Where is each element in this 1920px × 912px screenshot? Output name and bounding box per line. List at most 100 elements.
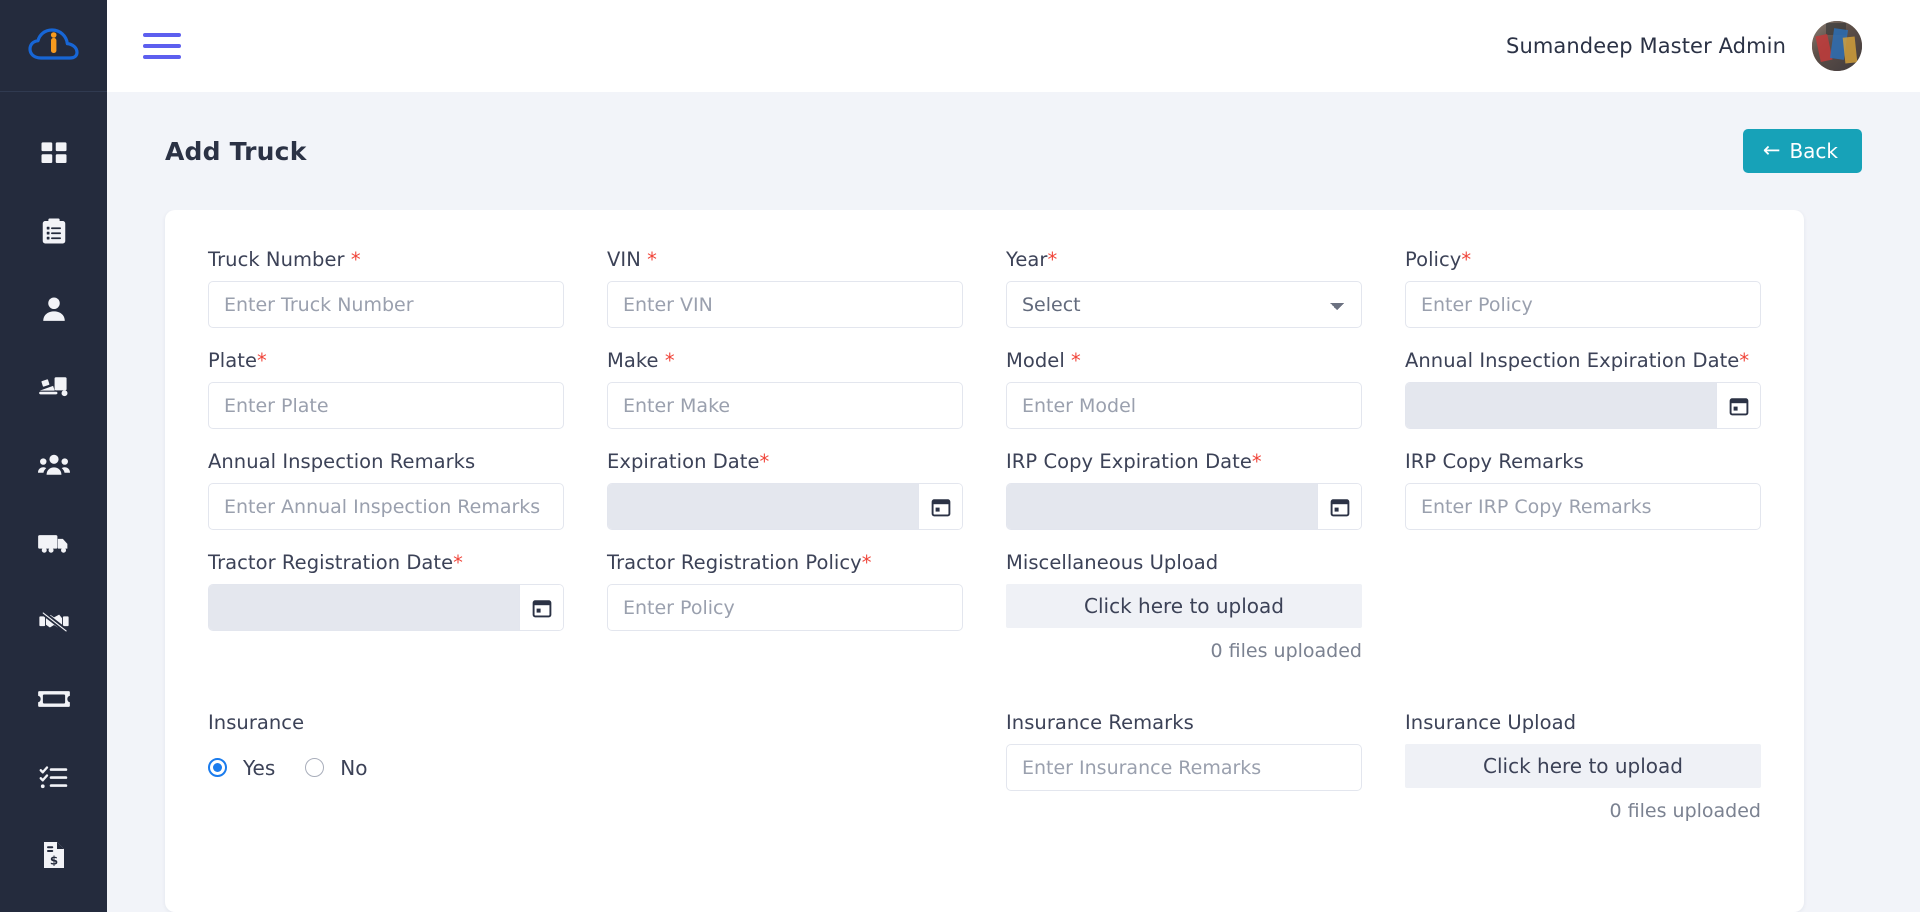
hamburger-icon[interactable] bbox=[143, 33, 181, 59]
sidebar-item-teams[interactable] bbox=[0, 426, 107, 504]
model-input[interactable] bbox=[1006, 382, 1362, 429]
required-marker: * bbox=[1739, 349, 1750, 372]
insurance-section: Insurance Yes No Insurance Remarks Enter… bbox=[195, 711, 1774, 843]
calendar-icon bbox=[931, 498, 950, 516]
insurance-radio-group: Yes No bbox=[208, 744, 564, 791]
label-make: Make * bbox=[607, 349, 963, 372]
calendar-icon bbox=[1330, 498, 1349, 516]
annual-inspection-remarks-input[interactable] bbox=[208, 483, 564, 530]
field-row4-empty bbox=[1392, 551, 1774, 662]
main-column: Sumandeep Master Admin Add Truck ← Back bbox=[107, 0, 1920, 912]
tractor-registration-date-input[interactable] bbox=[209, 585, 519, 630]
truck-number-input[interactable] bbox=[208, 281, 564, 328]
sidebar-item-shipments[interactable] bbox=[0, 348, 107, 426]
label-text: Year bbox=[1006, 248, 1048, 271]
sidebar-item-orders[interactable] bbox=[0, 192, 107, 270]
label-vin: VIN * bbox=[607, 248, 963, 271]
calendar-icon bbox=[532, 599, 551, 617]
label-expiration-date: Expiration Date* bbox=[607, 450, 963, 473]
truck-icon bbox=[37, 535, 67, 553]
field-model: Model * bbox=[993, 349, 1375, 429]
insurance-yes-radio[interactable] bbox=[208, 758, 227, 777]
annual-inspection-expiration-date-input[interactable] bbox=[1406, 383, 1716, 428]
label-annual-inspection-remarks: Annual Inspection Remarks bbox=[208, 450, 476, 473]
page-title: Add Truck bbox=[165, 136, 307, 166]
make-input[interactable] bbox=[607, 382, 963, 429]
label-irp-copy-expiration-date: IRP Copy Expiration Date* bbox=[1006, 450, 1362, 473]
insurance-no-label[interactable]: No bbox=[340, 756, 367, 780]
label-insurance-remarks: Insurance Remarks bbox=[1006, 711, 1194, 734]
sidebar: $ bbox=[0, 0, 107, 912]
insurance-upload-button[interactable]: Click here to upload bbox=[1405, 744, 1761, 788]
field-insurance-upload: Insurance Upload Click here to upload 0 … bbox=[1392, 711, 1774, 822]
sidebar-item-tasks[interactable] bbox=[0, 738, 107, 816]
insurance-no-radio[interactable] bbox=[305, 758, 325, 777]
handshake-slash-icon bbox=[38, 610, 69, 634]
field-miscellaneous-upload: Miscellaneous Upload Click here to uploa… bbox=[993, 551, 1375, 662]
year-select[interactable]: Select bbox=[1006, 281, 1362, 328]
loading-truck-icon bbox=[38, 377, 67, 397]
field-tractor-registration-date: Tractor Registration Date* bbox=[195, 551, 577, 662]
hamburger-bar bbox=[143, 55, 181, 59]
label-text: Policy bbox=[1405, 248, 1462, 271]
user-icon bbox=[42, 297, 65, 321]
required-marker: * bbox=[1071, 349, 1081, 372]
tractor-registration-calendar-button[interactable] bbox=[519, 585, 563, 630]
label-text: Tractor Registration Policy bbox=[607, 551, 862, 574]
back-button-label: Back bbox=[1789, 138, 1838, 163]
add-truck-form-card: Truck Number * VIN * Year* Select bbox=[165, 210, 1804, 912]
field-irp-copy-remarks: IRP Copy Remarks bbox=[1392, 450, 1774, 530]
app-logo[interactable] bbox=[0, 0, 107, 92]
sidebar-item-customers[interactable] bbox=[0, 270, 107, 348]
required-marker: * bbox=[453, 551, 463, 574]
label-text: Plate bbox=[208, 349, 258, 372]
ticket-icon bbox=[37, 691, 70, 707]
label-insurance: Insurance bbox=[208, 711, 305, 734]
sidebar-item-no-deal[interactable] bbox=[0, 582, 107, 660]
required-marker: * bbox=[664, 349, 675, 372]
expiration-date-input[interactable] bbox=[608, 484, 918, 529]
label-year: Year* bbox=[1006, 248, 1362, 271]
tractor-registration-policy-input[interactable] bbox=[607, 584, 963, 631]
insurance-remarks-input[interactable] bbox=[1006, 744, 1362, 791]
label-insurance-upload: Insurance Upload bbox=[1405, 711, 1576, 734]
tractor-registration-date-picker bbox=[208, 584, 564, 631]
field-make: Make * bbox=[594, 349, 976, 429]
irp-copy-expiration-calendar-button[interactable] bbox=[1317, 484, 1361, 529]
checklist-icon bbox=[39, 766, 67, 789]
required-marker: * bbox=[1461, 248, 1472, 271]
sidebar-item-dashboard[interactable] bbox=[0, 114, 107, 192]
expiration-date-calendar-button[interactable] bbox=[918, 484, 962, 529]
app-root: $ Sumandeep Master Admin Add Truck ← Bac… bbox=[0, 0, 1920, 912]
irp-copy-remarks-input[interactable] bbox=[1405, 483, 1761, 530]
sidebar-item-cards[interactable] bbox=[0, 660, 107, 738]
expiration-date-picker bbox=[607, 483, 963, 530]
irp-copy-expiration-date-input[interactable] bbox=[1007, 484, 1317, 529]
topbar: Sumandeep Master Admin bbox=[107, 0, 1920, 92]
page-header: Add Truck ← Back bbox=[107, 92, 1920, 210]
miscellaneous-files-uploaded-count: 0 files uploaded bbox=[1210, 640, 1362, 662]
back-button[interactable]: ← Back bbox=[1742, 129, 1862, 173]
field-expiration-date: Expiration Date* bbox=[594, 450, 976, 530]
annual-inspection-expiration-calendar-button[interactable] bbox=[1716, 383, 1760, 428]
insurance-yes-label[interactable]: Yes bbox=[243, 756, 275, 780]
required-marker: * bbox=[350, 248, 361, 271]
form-card-wrapper: Truck Number * VIN * Year* Select bbox=[107, 210, 1920, 912]
vin-input[interactable] bbox=[607, 281, 963, 328]
user-name: Sumandeep Master Admin bbox=[1506, 34, 1786, 58]
miscellaneous-upload-button[interactable]: Click here to upload bbox=[1006, 584, 1362, 628]
annual-inspection-expiration-date-picker bbox=[1405, 382, 1761, 429]
back-arrow-icon: ← bbox=[1762, 138, 1781, 162]
policy-input[interactable] bbox=[1405, 281, 1761, 328]
sidebar-item-invoices[interactable]: $ bbox=[0, 816, 107, 894]
field-annual-inspection-expiration-date: Annual Inspection Expiration Date* bbox=[1392, 349, 1774, 429]
irp-copy-expiration-date-picker bbox=[1006, 483, 1362, 530]
sidebar-item-trucks[interactable] bbox=[0, 504, 107, 582]
svg-text:$: $ bbox=[49, 854, 57, 868]
clipboard-list-icon bbox=[42, 218, 65, 244]
field-insurance-toggle: Insurance Yes No bbox=[195, 711, 577, 822]
label-text: VIN bbox=[607, 248, 648, 271]
avatar[interactable] bbox=[1812, 21, 1862, 71]
required-marker: * bbox=[861, 551, 872, 574]
plate-input[interactable] bbox=[208, 382, 564, 429]
